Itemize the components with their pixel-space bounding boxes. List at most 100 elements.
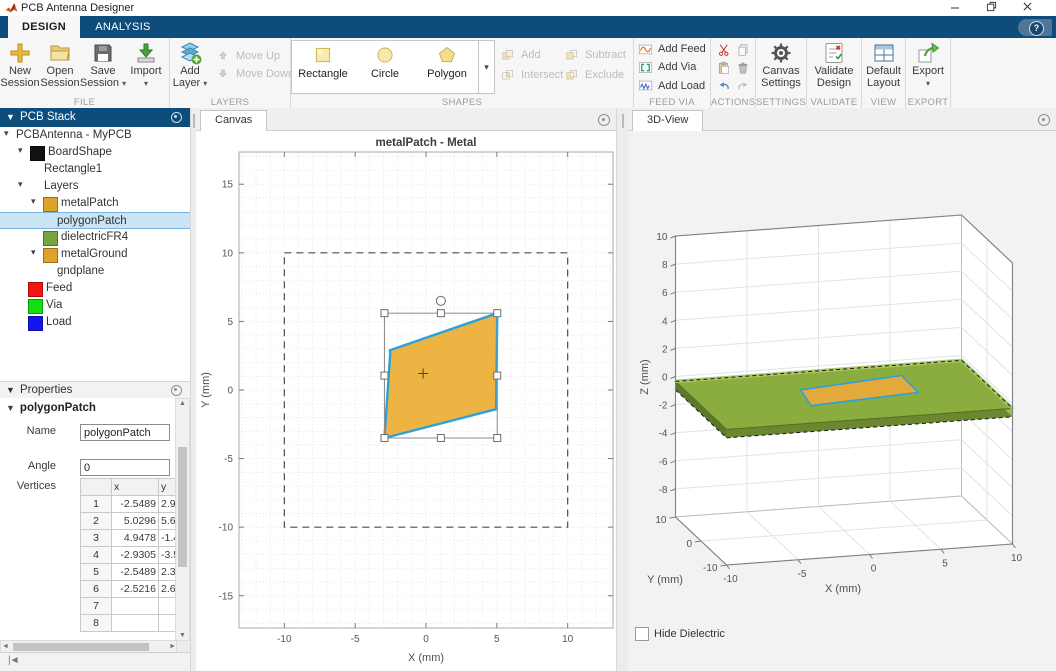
new-session-button[interactable]: New Session (0, 38, 40, 95)
expander-icon[interactable]: ▾ (31, 196, 36, 207)
redo-button[interactable] (733, 77, 752, 95)
shape-circle-button[interactable]: Circle (354, 41, 416, 93)
paste-button[interactable] (714, 59, 733, 77)
tree-item-feed[interactable]: Feed (0, 280, 190, 297)
svg-text:5: 5 (227, 317, 233, 328)
export-button[interactable]: Export ▾ (908, 38, 948, 95)
tab-design[interactable]: DESIGN (8, 16, 80, 38)
save-session-icon-wrap (91, 40, 115, 66)
tab-3d-view[interactable]: 3D-View (632, 110, 704, 131)
tree-item-layers[interactable]: ▾ Layers (0, 178, 190, 195)
tree-item-dielectricfr4[interactable]: dielectricFR4 (0, 229, 190, 246)
vertex-x-cell[interactable]: -2.5489 (111, 563, 159, 581)
section-label: SETTINGS (756, 97, 806, 108)
close-button[interactable] (1022, 1, 1052, 15)
shape-polygon-button[interactable]: Polygon (416, 41, 478, 93)
default-layout-button[interactable]: Default Layout (864, 38, 904, 95)
scroll-up-icon[interactable]: ▲ (176, 399, 189, 409)
add-load-button[interactable]: Add Load (638, 77, 706, 95)
expander-icon[interactable]: ▾ (4, 128, 9, 139)
angle-field[interactable] (80, 459, 170, 476)
selection-handle[interactable] (380, 371, 389, 380)
validate-design-button[interactable]: Validate Design (814, 38, 854, 95)
pcb-stack-options-icon[interactable] (171, 112, 182, 123)
import-button[interactable]: Import ▾ (126, 38, 166, 95)
vertex-x-cell[interactable] (111, 597, 159, 615)
move-down-button[interactable]: Move Down (216, 65, 294, 83)
collapse-panel-icon[interactable]: |◄ (8, 655, 19, 666)
scrollbar-thumb[interactable] (13, 643, 149, 651)
vertex-x-cell[interactable] (111, 614, 159, 632)
tree-item-boardshape[interactable]: ▾ BoardShape (0, 144, 190, 161)
collapse-properties-icon[interactable]: ▼ (6, 382, 15, 398)
selection-handle[interactable] (436, 309, 445, 318)
tab-analysis[interactable]: ANALYSIS (80, 16, 166, 38)
canvas-settings-button[interactable]: Canvas Settings (761, 38, 801, 95)
scroll-left-icon[interactable]: ◄ (2, 642, 9, 652)
scroll-right-icon[interactable]: ► (169, 642, 176, 652)
gallery-dropdown-icon[interactable]: ▾ (478, 41, 494, 93)
ribbon-toolstrip: New Session Open Session Save Session ▾ Import… (0, 38, 1056, 109)
view3d-options-icon[interactable] (1038, 114, 1050, 126)
undo-button[interactable] (714, 77, 733, 95)
tree-item-load[interactable]: Load (0, 314, 190, 331)
scrollbar-thumb[interactable] (178, 447, 187, 567)
z-axis-label: Z (mm) (639, 359, 651, 394)
open-session-button[interactable]: Open Session (40, 38, 80, 95)
selection-handle[interactable] (436, 434, 445, 443)
canvas-options-icon[interactable] (598, 114, 610, 126)
boolean-add-button[interactable]: Add (501, 46, 565, 64)
tree-item-rectangle1[interactable]: Rectangle1 (0, 161, 190, 178)
selection-handle[interactable] (380, 309, 389, 318)
vertex-x-cell[interactable]: -2.5489 (111, 495, 159, 513)
rotation-handle[interactable] (435, 295, 446, 306)
y-axis-label: Y (mm) (200, 372, 212, 408)
vertex-x-cell[interactable]: 4.9478 (111, 529, 159, 547)
expander-icon[interactable]: ▾ (18, 145, 23, 156)
add-feed-button[interactable]: Add Feed (638, 40, 706, 58)
tree-item-metalpatch[interactable]: ▾ metalPatch (0, 195, 190, 212)
expander-icon[interactable]: ▾ (31, 247, 36, 258)
vertex-x-cell[interactable]: 5.0296 (111, 512, 159, 530)
boolean-subtract-button[interactable]: Subtract (565, 46, 629, 64)
tree-item-gndplane[interactable]: gndplane (0, 263, 190, 280)
cut-button[interactable] (714, 41, 733, 59)
help-button[interactable]: ? (1018, 19, 1052, 36)
collapse-object-icon[interactable]: ▼ (6, 403, 15, 413)
selection-handle[interactable] (380, 434, 389, 443)
copy-icon (738, 44, 747, 56)
vertex-x-cell[interactable]: -2.9305 (111, 546, 159, 564)
selection-handle[interactable] (493, 434, 502, 443)
tree-item-pcbantenna-mypcb[interactable]: ▾ PCBAntenna - MyPCB (0, 127, 190, 144)
delete-button[interactable] (733, 59, 752, 77)
tree-item-via[interactable]: Via (0, 297, 190, 314)
selection-handle[interactable] (493, 371, 502, 380)
restore-button[interactable] (986, 1, 1016, 15)
layer-color-swatch (28, 282, 43, 297)
svg-text:-6: -6 (659, 457, 668, 468)
selection-handle[interactable] (493, 309, 502, 318)
tree-item-polygonpatch[interactable]: polygonPatch (0, 212, 190, 229)
minimize-button[interactable] (950, 1, 980, 15)
copy-button[interactable] (733, 41, 752, 59)
tree-item-label: PCBAntenna - MyPCB (16, 128, 132, 141)
move-up-button[interactable]: Move Up (216, 47, 294, 65)
properties-options-icon[interactable] (171, 385, 182, 396)
save-session-button[interactable]: Save Session ▾ (80, 38, 126, 95)
boolean-intersect-button[interactable]: Intersect (501, 66, 565, 84)
vertex-x-cell[interactable]: -2.5216 (111, 580, 159, 598)
tab-canvas[interactable]: Canvas (200, 110, 268, 131)
svg-text:15: 15 (222, 180, 234, 191)
add-layer-button[interactable]: Add Layer ▾ (170, 38, 210, 95)
name-field[interactable] (80, 424, 170, 441)
svg-text:10: 10 (655, 515, 667, 526)
add-via-button[interactable]: Add Via (638, 58, 706, 76)
shape-rectangle-button[interactable]: Rectangle (292, 41, 354, 93)
boolean-exclude-button[interactable]: Exclude (565, 66, 629, 84)
collapse-pcb-stack-icon[interactable]: ▼ (6, 108, 15, 127)
properties-vertical-scrollbar[interactable]: ▲ ▼ (175, 398, 190, 642)
tree-item-metalground[interactable]: ▾ metalGround (0, 246, 190, 263)
expander-icon[interactable]: ▾ (18, 179, 23, 190)
section-label: ACTIONS (711, 97, 756, 108)
hide-dielectric-checkbox[interactable]: Hide Dielectric (635, 627, 725, 641)
